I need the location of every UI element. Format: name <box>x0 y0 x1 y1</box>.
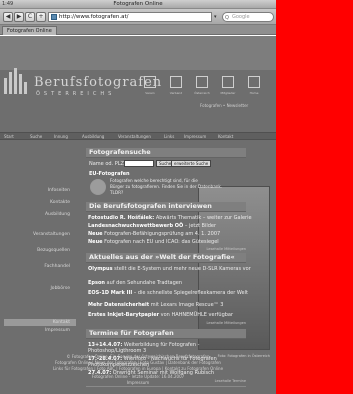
menu-item-impressum[interactable]: Impressum <box>184 134 206 139</box>
menu-item-start[interactable]: Start <box>4 134 14 139</box>
red-panel <box>276 0 353 394</box>
top-icon-label: Home <box>249 91 259 95</box>
site-brand-subtitle: ÖSTERREICHS <box>36 91 116 97</box>
eu-photographers-title: EU-Fotografen <box>89 171 130 177</box>
oesterreich-icon[interactable] <box>196 76 208 88</box>
interview-source[interactable]: Lesehalle Mitteilungen <box>207 247 246 251</box>
footer-links[interactable]: Links für Fotografen | Foto ABC | Fotogr… <box>0 366 276 371</box>
sidebar-item-fachhandel[interactable]: Fachhandel <box>0 264 76 269</box>
sidebar-item-infoseiten[interactable]: Infoseiten <box>0 188 76 193</box>
tab-fotografen-online[interactable]: Fotografen Online <box>2 26 57 35</box>
add-bookmark-button[interactable]: + <box>36 12 46 22</box>
top-icon-label: Mitglieder <box>220 91 236 95</box>
menu-item-innung[interactable]: Innung <box>54 134 68 139</box>
menu-item-ausbildung[interactable]: Ausbildung <box>82 134 104 139</box>
eu-logo-icon <box>90 179 106 195</box>
sidebar-item-ausbildung[interactable]: Ausbildung <box>0 212 76 217</box>
interview-item[interactable]: Fotostudio R. Hošťálek: Abwärts Thematik… <box>88 215 252 221</box>
news-item[interactable]: Erstes Inkjet-Barytpapier von HAHNEMÜHLE… <box>88 312 233 318</box>
sidebar-item-impressum[interactable]: Impressum <box>0 328 76 333</box>
search-label: Name od. PLZ: <box>89 161 126 167</box>
site-favicon-icon <box>51 14 57 20</box>
sidebar-item-veranstaltungen[interactable]: Veranstaltungen <box>0 232 76 237</box>
top-icon-label: Verband <box>169 91 183 95</box>
footer-divider <box>86 386 246 387</box>
news-item[interactable]: EOS-1D Mark III – die schnellste Spiegel… <box>88 290 248 296</box>
verein-icon[interactable] <box>144 76 156 88</box>
web-page: Berufsfotografen ÖSTERREICHS Fotografen … <box>0 36 276 394</box>
sidebar-item-bezugsquellen[interactable]: Bezugsquellen <box>0 248 76 253</box>
footer-impressum-link[interactable]: Impressum <box>0 380 276 385</box>
top-icon-label: Österreich <box>194 91 210 95</box>
top-icon-label: Verein <box>145 91 155 95</box>
url-dropdown-icon[interactable]: ▾ <box>214 14 217 20</box>
news-source[interactable]: Lesehalle Mitteilungen <box>207 321 246 325</box>
news-item[interactable]: Epson auf den Sehundahe Tradtagen <box>88 280 182 286</box>
news-item[interactable]: Olympus stellt die E-System und mehr neu… <box>88 266 251 272</box>
browser-window: 1:49 Fotografen Online ◀ ▶ C + http://ww… <box>0 0 276 394</box>
sidebar-item-kontakte[interactable]: Kontakte <box>0 200 76 205</box>
verband-icon[interactable] <box>170 76 182 88</box>
title-bar: 1:49 Fotografen Online <box>0 0 276 9</box>
section-dates-title: Termine für Fotografen <box>86 329 246 339</box>
menu-item-kontakt[interactable]: Kontakt <box>218 134 233 139</box>
browser-toolbar: ◀ ▶ C + http://www.fotografen.at/ ▾ Q Go… <box>0 9 276 25</box>
footer-links[interactable]: Fotografen Online | News der Fotografen … <box>0 360 276 365</box>
section-fotografensuche-title: Fotografensuche <box>86 148 246 158</box>
interview-item[interactable]: Landesnachwuchswettbewerb OÖ – jetzt Bil… <box>88 223 216 229</box>
search-placeholder: Google <box>232 14 250 20</box>
sidebar-item-jobboerse[interactable]: Jobbörse <box>0 286 76 291</box>
eu-text-line: TLDR? <box>110 190 124 195</box>
reload-button[interactable]: C <box>25 12 35 22</box>
menu-item-veranstaltungen[interactable]: Veranstaltungen <box>118 134 151 139</box>
url-text: http://www.fotografen.at/ <box>59 14 129 20</box>
search-icon: Q <box>225 15 229 21</box>
photographer-search-input[interactable] <box>124 160 154 167</box>
eu-text-line: Bürger zu fotografieren. Finden Sie in d… <box>110 184 223 189</box>
tab-bar: Fotografen Online <box>0 25 276 35</box>
search-input[interactable]: Q Google <box>222 12 274 22</box>
site-brand-name: Berufsfotografen <box>34 75 163 90</box>
extended-search-button[interactable]: erweiterte Suche <box>171 160 212 167</box>
sidebar-item-kontakt[interactable]: Kontakt <box>0 320 76 325</box>
section-interview-title: Die Berufsfotografen interviewen <box>86 202 246 212</box>
window-title: Fotografen Online <box>113 1 163 7</box>
site-menu-bar: Start Suche Innung Ausbildung Veranstalt… <box>0 132 276 140</box>
back-button[interactable]: ◀ <box>3 12 13 22</box>
forward-button[interactable]: ▶ <box>14 12 24 22</box>
page-top-band <box>0 36 276 70</box>
menu-item-links[interactable]: Links <box>164 134 174 139</box>
header-link[interactable]: Fotografen • Newsletter <box>200 103 248 108</box>
section-news-title: Aktuelles aus der »Welt der Fotografie« <box>86 253 246 263</box>
mitglieder-icon[interactable] <box>222 76 234 88</box>
menu-item-suche[interactable]: Suche <box>30 134 42 139</box>
address-bar[interactable]: http://www.fotografen.at/ <box>48 12 212 22</box>
home-icon[interactable] <box>248 76 260 88</box>
news-item[interactable]: Mehr Datensicherheit mit Lexars Image Re… <box>88 302 223 308</box>
footer-update: Fotografen Online - letzte Update: 16.04… <box>91 374 185 379</box>
footer-copyright: © Fotografen Online. Ein Service der öst… <box>66 354 210 359</box>
interview-item[interactable]: Neue Fotografen-Befähigungsprüfung am 4.… <box>88 231 220 237</box>
site-logo[interactable] <box>4 66 28 94</box>
interview-item[interactable]: Neue Fotografen nach EU und ICAO: das Gü… <box>88 239 219 245</box>
